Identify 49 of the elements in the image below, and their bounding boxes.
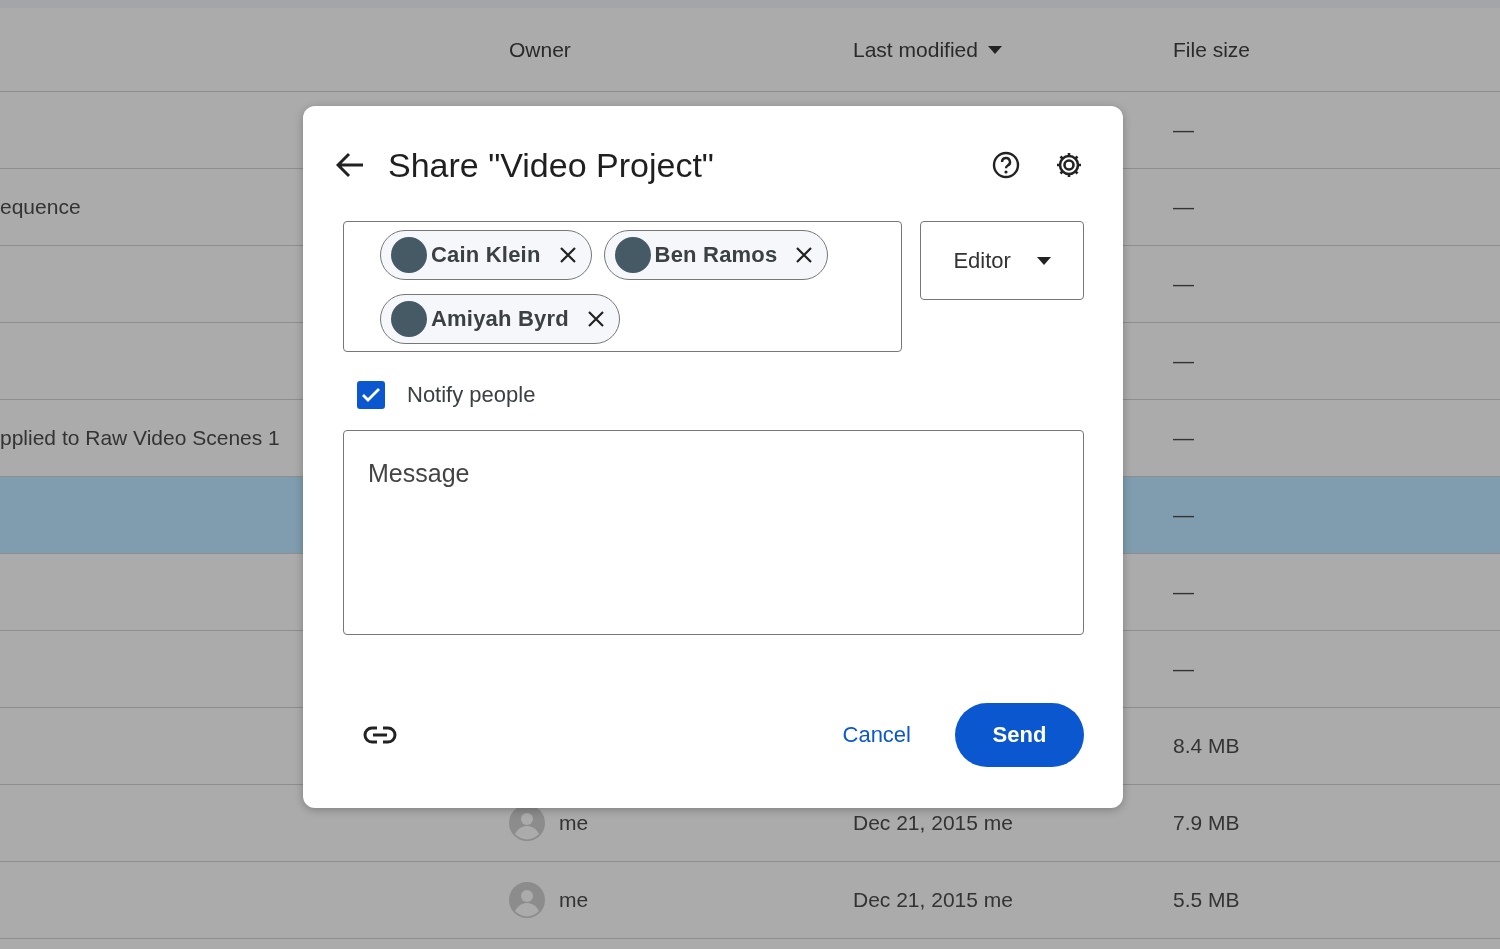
owner-name: me: [559, 888, 589, 912]
column-header[interactable]: Owner: [509, 37, 571, 62]
column-header[interactable]: Last modified: [853, 37, 978, 62]
people-field[interactable]: Cain Klein Ben Ramos Amiyah Byrd: [343, 221, 903, 352]
table-row[interactable]: me Dec 21, 2015 me 5.5 MB: [0, 862, 1500, 939]
file-name: equence: [0, 195, 81, 219]
column-header[interactable]: File size: [1173, 37, 1251, 62]
file-size: 5.5 MB: [1173, 888, 1240, 912]
notify-label: Notify people: [407, 382, 536, 408]
sort-caret-icon: [987, 45, 1002, 54]
person-chip[interactable]: Amiyah Byrd: [380, 294, 620, 344]
settings-icon[interactable]: [1054, 150, 1084, 180]
message-field[interactable]: Message: [343, 430, 1084, 635]
person-chip[interactable]: Cain Klein: [380, 230, 592, 280]
file-size: —: [1173, 580, 1194, 604]
file-size: —: [1173, 118, 1194, 142]
avatar-icon: [509, 805, 545, 841]
avatar-icon: [614, 237, 651, 273]
file-size: —: [1173, 503, 1194, 527]
owner-name: me: [559, 811, 589, 835]
file-size: —: [1173, 272, 1194, 296]
back-arrow-icon[interactable]: [336, 152, 364, 178]
help-icon[interactable]: [992, 151, 1020, 179]
caret-icon: [1036, 256, 1051, 265]
file-size: —: [1173, 349, 1194, 373]
avatar-icon: [391, 301, 427, 337]
cancel-button[interactable]: Cancel: [838, 714, 915, 756]
person-name: Ben Ramos: [654, 242, 778, 268]
remove-icon[interactable]: [558, 246, 577, 264]
link-icon[interactable]: [363, 725, 397, 745]
modified-date: Dec 21, 2015 me: [853, 811, 1013, 835]
avatar-icon: [391, 237, 427, 273]
remove-icon[interactable]: [795, 246, 814, 264]
person-name: Cain Klein: [431, 242, 541, 268]
avatar-icon: [509, 882, 545, 918]
file-name: pplied to Raw Video Scenes 1: [0, 426, 280, 450]
dialog-title: Share "Video Project": [388, 145, 715, 185]
file-size: 7.9 MB: [1173, 811, 1240, 835]
remove-icon[interactable]: [586, 310, 605, 328]
file-size: —: [1173, 657, 1194, 681]
send-button[interactable]: Send: [955, 703, 1084, 767]
person-name: Amiyah Byrd: [431, 306, 569, 332]
notify-checkbox[interactable]: [357, 381, 385, 409]
file-size: —: [1173, 195, 1194, 219]
file-size: 8.4 MB: [1173, 734, 1240, 758]
file-size: —: [1173, 426, 1194, 450]
person-chip[interactable]: Ben Ramos: [603, 230, 829, 280]
modified-date: Dec 21, 2015 me: [853, 888, 1013, 912]
role-dropdown[interactable]: Editor: [920, 221, 1084, 300]
